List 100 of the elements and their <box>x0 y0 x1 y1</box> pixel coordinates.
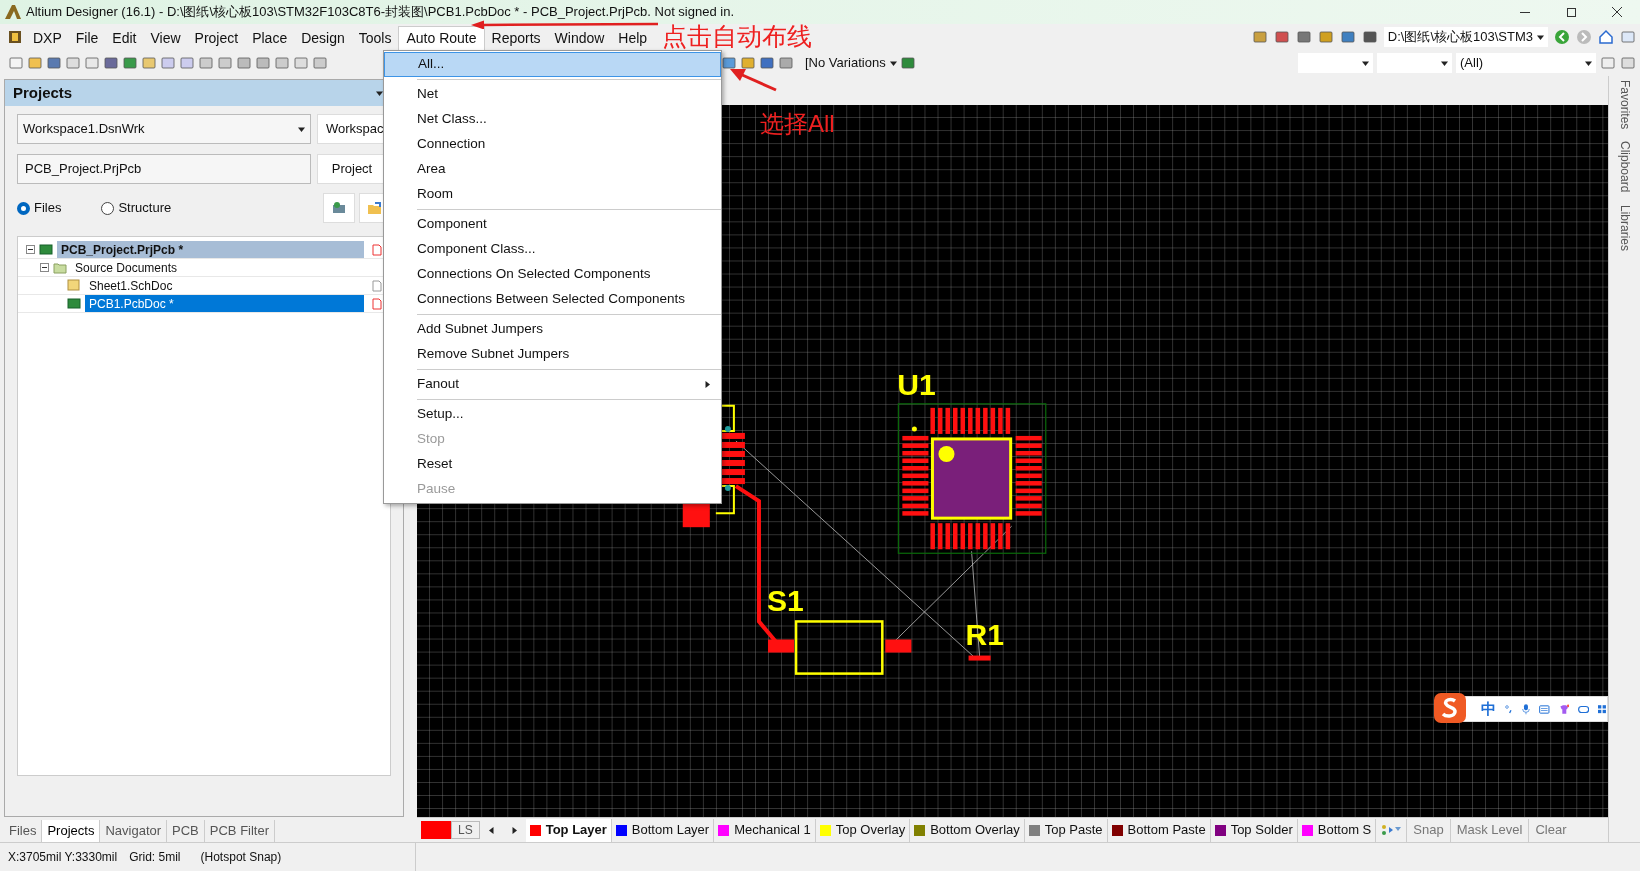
toolbar-icon[interactable] <box>1251 29 1268 45</box>
window-title: Altium Designer (16.1) - D:\图纸\核心板103\STM32F103C8T6-封装图\PCB1.PcbDoc * - PCB_Project.PrjPcb. Not signed in. <box>26 3 735 22</box>
document-icon <box>67 279 81 292</box>
home-icon[interactable] <box>1598 29 1614 45</box>
layer-bar-button[interactable]: Clear <box>1528 818 1573 842</box>
tree-item[interactable]: PCB_Project.PrjPcb * <box>57 241 364 258</box>
menu-item[interactable]: Help <box>611 29 655 47</box>
layer-bar-button[interactable]: Snap <box>1406 818 1450 842</box>
caret-icon[interactable] <box>1441 59 1448 67</box>
panel-tab[interactable]: PCB <box>167 820 205 842</box>
project-field[interactable]: PCB_Project.PrjPcb <box>17 154 311 184</box>
menu-item[interactable]: Window <box>547 29 612 47</box>
toolbar-icon[interactable] <box>1295 29 1312 45</box>
menu-item[interactable]: View <box>143 29 188 47</box>
toolbar-icon[interactable] <box>236 55 252 71</box>
toolbar-icon[interactable] <box>1273 29 1290 45</box>
collapse-icon[interactable] <box>26 245 35 254</box>
layer-tab[interactable]: Top Paste <box>1024 818 1108 842</box>
layer-tab[interactable]: Bottom Paste <box>1107 818 1211 842</box>
layer-bar-button[interactable]: Mask Level <box>1449 818 1529 842</box>
tree-item[interactable]: Sheet1.SchDoc <box>85 277 364 294</box>
collapse-icon[interactable] <box>40 263 49 272</box>
sogou-logo-icon[interactable] <box>1433 692 1467 724</box>
annotation-arrow <box>728 66 778 92</box>
punctuation-icon[interactable] <box>1505 702 1513 716</box>
menu-item[interactable]: Tools <box>351 29 399 47</box>
side-tab[interactable]: Clipboard <box>1615 141 1634 193</box>
layer-tab[interactable]: Mechanical 1 <box>714 818 816 842</box>
caret-icon[interactable] <box>510 826 518 834</box>
menu-option[interactable]: All... <box>384 52 721 77</box>
side-tab[interactable]: Favorites <box>1615 80 1634 130</box>
panel-tab[interactable]: Projects <box>42 820 101 842</box>
caret-icon[interactable] <box>487 826 495 834</box>
menu-item[interactable]: Reports <box>484 29 548 47</box>
component-label: R1 <box>965 617 1004 651</box>
caret-icon[interactable] <box>298 125 305 133</box>
toolbar-icon[interactable] <box>1317 29 1334 45</box>
toolbar-icon[interactable] <box>759 55 775 71</box>
variations-dropdown[interactable]: [No Variations <box>805 53 897 73</box>
keyboard-icon[interactable] <box>1538 702 1550 716</box>
filter-dropdown[interactable]: (All) <box>1456 53 1596 73</box>
side-tab[interactable]: Libraries <box>1615 204 1634 251</box>
toolbar-icon[interactable] <box>1361 29 1378 45</box>
layer-tab[interactable]: Bottom S <box>1297 818 1377 842</box>
toolbar-icon[interactable] <box>740 55 756 71</box>
layer-sets-icon[interactable] <box>1380 823 1403 837</box>
menu-item[interactable]: Edit <box>105 29 144 47</box>
back-icon[interactable] <box>1554 29 1570 45</box>
current-layer-swatch[interactable] <box>421 821 451 839</box>
grid-size: Grid: 5mil <box>129 849 181 866</box>
toolbar-icon[interactable] <box>778 55 794 71</box>
toolbar-icon[interactable] <box>255 55 271 71</box>
layer-tab[interactable]: Bottom Overlay <box>910 818 1025 842</box>
open-folder-icon <box>367 201 383 215</box>
radio-label[interactable]: Files <box>34 198 62 218</box>
menu-item[interactable]: DXP <box>26 29 69 47</box>
panel-tab[interactable]: PCB Filter <box>204 820 276 842</box>
menu-item[interactable]: File <box>68 29 106 47</box>
dropdown-field[interactable] <box>1377 53 1452 73</box>
workspace-dropdown[interactable]: Workspace1.DsnWrk <box>17 114 311 144</box>
toolbar-icon[interactable] <box>122 55 138 71</box>
board-icon[interactable] <box>899 55 916 71</box>
radio-label[interactable]: Structure <box>118 198 172 218</box>
caret-icon[interactable] <box>1362 59 1369 67</box>
tree-item[interactable]: PCB1.PcbDoc * <box>85 295 364 312</box>
menu-item[interactable]: Place <box>245 29 295 47</box>
clear-filter-icon[interactable] <box>1620 55 1636 71</box>
menu-item[interactable]: Project <box>187 29 246 47</box>
annotation-text: 选择All <box>760 109 835 139</box>
component-label: U1 <box>897 367 936 401</box>
menu-item[interactable]: Design <box>294 29 352 47</box>
radio-button[interactable] <box>101 201 115 215</box>
document-icon <box>39 243 53 256</box>
compile-button[interactable] <box>323 193 355 223</box>
caret-icon[interactable] <box>889 59 897 67</box>
caret-icon[interactable] <box>1537 33 1544 41</box>
radio-button[interactable] <box>17 201 30 215</box>
layer-tab[interactable]: Top Solder <box>1210 818 1298 842</box>
panel-tab[interactable]: Navigator <box>100 820 168 842</box>
caret-icon[interactable] <box>1585 59 1592 67</box>
dxp-logo-icon[interactable] <box>8 30 22 44</box>
path-dropdown[interactable]: D:\图纸\核心板103\STM3 <box>1383 27 1548 47</box>
toolbar-icon[interactable] <box>1339 29 1356 45</box>
layer-tab[interactable]: Top Layer <box>525 818 612 842</box>
panel-title: Projects <box>13 82 73 103</box>
apps-icon[interactable] <box>1598 702 1607 716</box>
ime-mode[interactable]: 中 <box>1481 697 1496 721</box>
menu-item[interactable]: Auto Route <box>398 26 485 50</box>
menu-option[interactable]: Net <box>384 82 721 107</box>
document-icon <box>67 297 81 310</box>
caret-icon[interactable] <box>704 381 711 388</box>
current-layer-label: LS <box>451 821 480 839</box>
layer-tab[interactable]: Top Overlay <box>815 818 911 842</box>
annotation-text: 点击自动布线 <box>662 23 812 50</box>
toolbar-icon[interactable] <box>721 55 737 71</box>
layer-tab[interactable]: Bottom Layer <box>611 818 715 842</box>
dropdown-field[interactable] <box>1298 53 1373 73</box>
resistor-footprint <box>968 655 991 661</box>
toolbar-icon[interactable] <box>103 55 119 71</box>
toolbar-icon[interactable] <box>46 55 62 71</box>
